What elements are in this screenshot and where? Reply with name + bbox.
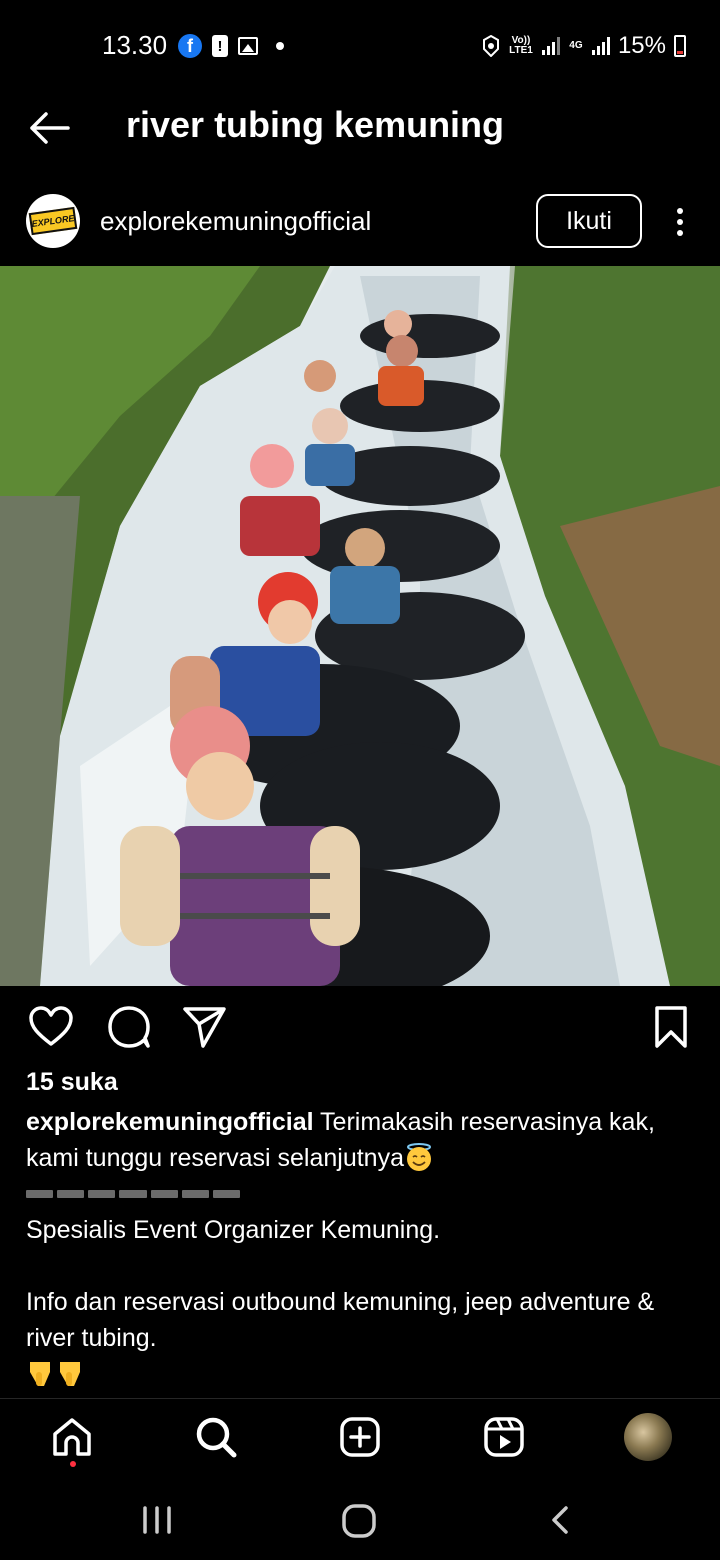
more-notifications-icon [276, 42, 284, 50]
avatar[interactable]: EXPLORE [26, 194, 80, 248]
caption-body-line-1: Spesialis Event Organizer Kemuning. [26, 1216, 441, 1244]
back-button[interactable] [24, 106, 74, 150]
network-label: Vo)) LTE1 [509, 35, 533, 56]
top-bar: river tubing kemuning [0, 92, 720, 168]
recent-apps-icon [143, 1506, 171, 1534]
signal-icon-2 [591, 37, 610, 55]
facebook-icon: f [178, 34, 202, 58]
recent-apps-button[interactable] [140, 1498, 174, 1542]
caption-body: Spesialis Event Organizer Kemuning. Info… [26, 1212, 696, 1356]
home-circle-icon [342, 1504, 376, 1538]
image-icon [238, 37, 258, 55]
search-icon [196, 1417, 237, 1458]
like-button[interactable] [28, 1004, 74, 1050]
nav-reels[interactable] [482, 1415, 526, 1459]
chevron-left-icon [552, 1506, 568, 1534]
arrow-left-icon [30, 112, 70, 144]
battery-percent: 15% [617, 32, 666, 59]
signal-icon [541, 37, 560, 55]
nav-create[interactable] [338, 1415, 382, 1459]
smiling-halo-emoji-icon [406, 1143, 431, 1171]
heart-icon [29, 1006, 73, 1046]
back-system-button[interactable] [544, 1498, 578, 1542]
post-header: EXPLORE explorekemuningofficial Ikuti [0, 180, 720, 262]
comment-icon [108, 1006, 150, 1048]
reels-icon [484, 1417, 524, 1457]
caption-divider [26, 1190, 240, 1198]
pointing-down-emoji-icon [60, 1362, 80, 1386]
dot-icon [677, 208, 683, 214]
caption-username[interactable]: explorekemuningofficial [26, 1108, 314, 1136]
more-options-button[interactable] [668, 204, 692, 240]
system-navigation [0, 1480, 720, 1560]
home-system-button[interactable] [338, 1498, 382, 1542]
comment-button[interactable] [106, 1004, 152, 1050]
page-title: river tubing kemuning [126, 104, 505, 145]
status-notification-icons: f ! [178, 34, 284, 58]
nav-search[interactable] [194, 1415, 238, 1459]
save-button[interactable] [648, 1004, 694, 1050]
send-icon [183, 1007, 226, 1048]
caption-emojis [26, 1358, 84, 1388]
avatar-logo: EXPLORE [28, 206, 78, 236]
status-time: 13.30 [102, 30, 168, 60]
nav-profile-avatar[interactable] [624, 1413, 672, 1461]
share-button[interactable] [182, 1004, 228, 1050]
dot-icon [677, 230, 683, 236]
post-caption: explorekemuningofficial Terimakasih rese… [26, 1104, 696, 1176]
home-icon [53, 1418, 91, 1456]
data-saver-icon [482, 35, 499, 57]
network-type: 4G [569, 40, 583, 51]
plus-square-icon [340, 1417, 380, 1457]
post-image[interactable] [0, 266, 720, 986]
bottom-navigation [0, 1398, 720, 1480]
home-notification-dot [70, 1461, 76, 1467]
battery-icon [674, 35, 686, 57]
dot-icon [677, 219, 683, 225]
post-username[interactable]: explorekemuningofficial [100, 206, 371, 237]
status-bar: 13.30 f ! Vo)) LTE1 4G 15% [0, 0, 720, 92]
alert-icon: ! [212, 35, 228, 57]
caption-body-line-2: Info dan reservasi outbound kemuning, je… [26, 1288, 655, 1352]
follow-button[interactable]: Ikuti [536, 194, 642, 248]
bookmark-icon [655, 1006, 687, 1048]
nav-home[interactable] [50, 1415, 94, 1459]
pointing-down-emoji-icon [30, 1362, 50, 1386]
status-system-icons: Vo)) LTE1 4G 15% [482, 32, 686, 60]
post-actions [0, 1004, 720, 1052]
likes-count[interactable]: 15 suka [26, 1068, 118, 1097]
river-tubing-photo [0, 266, 720, 986]
